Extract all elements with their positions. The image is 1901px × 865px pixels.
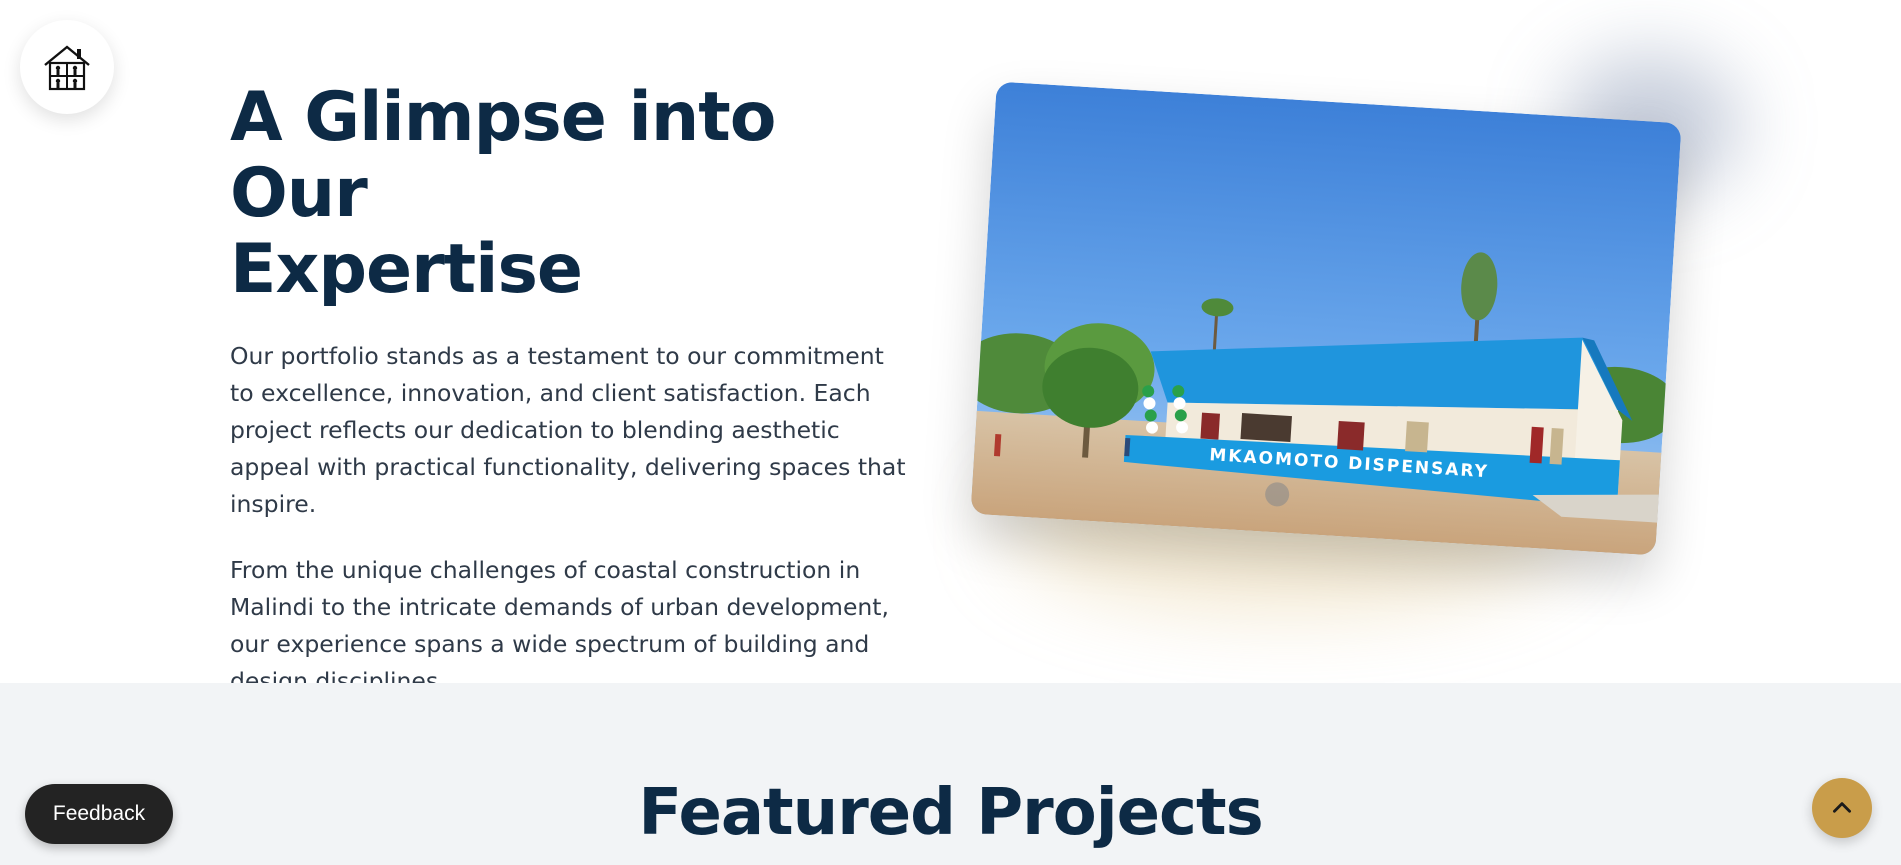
scroll-to-top-button[interactable] (1812, 778, 1872, 838)
home-logo-link[interactable] (20, 20, 114, 114)
expertise-section: A Glimpse into Our Expertise Our portfol… (0, 0, 1901, 695)
page-title: A Glimpse into Our Expertise (230, 80, 910, 308)
feedback-button[interactable]: Feedback (25, 784, 173, 844)
expertise-text: A Glimpse into Our Expertise Our portfol… (230, 80, 910, 700)
experience-paragraph: From the unique challenges of coastal co… (230, 556, 889, 695)
chevron-up-icon (1833, 802, 1851, 813)
featured-projects-heading: Featured Projects (638, 776, 1263, 850)
project-photo: MKAOMOTO DISPENSARY (970, 81, 1682, 556)
house-logo-icon (44, 45, 90, 91)
intro-paragraph: Our portfolio stands as a testament to o… (230, 342, 906, 518)
title-line-2: Expertise (230, 230, 583, 309)
dispensary-image: MKAOMOTO DISPENSARY (970, 81, 1682, 556)
featured-projects-section: Featured Projects (0, 683, 1901, 865)
title-line-1: A Glimpse into Our (230, 78, 776, 233)
